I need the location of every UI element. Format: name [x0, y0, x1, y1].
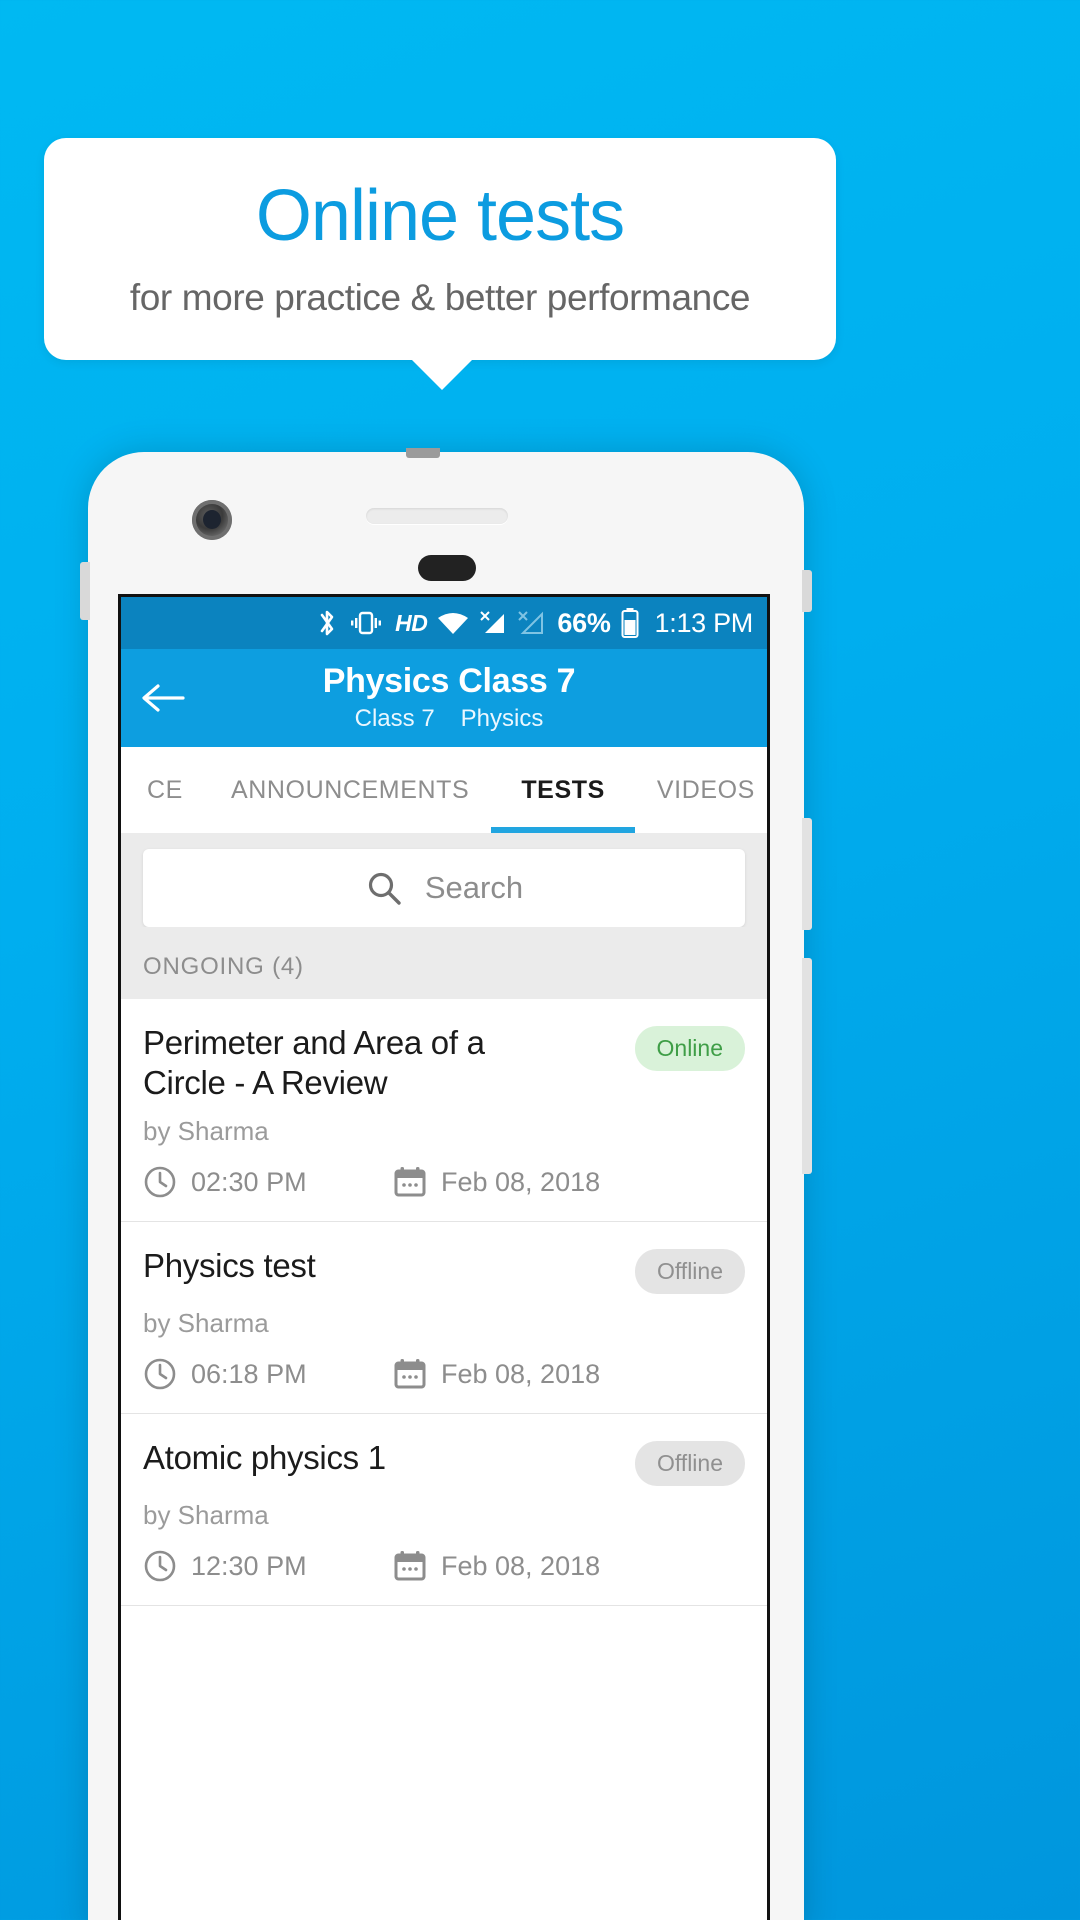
- tab-tests[interactable]: TESTS: [491, 747, 635, 833]
- test-meta: 02:30 PM Feb 08, 2018: [143, 1165, 745, 1199]
- status-badge: Offline: [634, 1441, 745, 1487]
- back-arrow-icon[interactable]: [121, 682, 205, 714]
- test-card[interactable]: Atomic physics 1 Offline by Sharma 12:30…: [121, 1414, 767, 1607]
- breadcrumb-subject: Physics: [460, 705, 544, 733]
- promo-title: Online tests: [255, 176, 625, 257]
- promo-bubble-tail: [410, 358, 474, 390]
- earpiece-speaker: [366, 508, 508, 524]
- app-bar: Physics Class 7 Class 7 Physics: [121, 649, 767, 747]
- proximity-sensor: [418, 555, 476, 581]
- test-time-label: 06:18 PM: [191, 1358, 307, 1389]
- calendar-icon: [393, 1357, 427, 1391]
- status-bar: HD 66% 1:13 PM: [121, 597, 767, 649]
- test-author: by Sharma: [143, 1308, 269, 1339]
- promo-subtitle: for more practice & better performance: [129, 276, 751, 318]
- vibrate-icon: [347, 608, 385, 638]
- status-badge: Online: [634, 1026, 745, 1071]
- test-title: Perimeter and Area of a Circle - A Revie…: [143, 1024, 485, 1101]
- breadcrumb-class: Class 7: [354, 705, 435, 733]
- section-header-ongoing: ONGOING (4): [121, 927, 767, 999]
- status-badge: Offline: [634, 1249, 745, 1295]
- signal-no-sim-icon: [479, 610, 507, 636]
- signal-no-sim-icon-2: [517, 610, 545, 636]
- status-bar-clock: 1:13 PM: [654, 607, 754, 638]
- test-card-top: Atomic physics 1 Offline: [143, 1438, 745, 1487]
- test-card[interactable]: Physics test Offline by Sharma 06:18 PM: [121, 1222, 767, 1415]
- phone-button-right-top: [802, 570, 812, 612]
- calendar-icon: [393, 1549, 427, 1583]
- search-input[interactable]: Search: [143, 849, 745, 927]
- tab-ce[interactable]: CE: [121, 747, 209, 833]
- page-title: Physics Class 7: [322, 661, 576, 700]
- app-bar-titles: Physics Class 7 Class 7 Physics: [205, 661, 693, 733]
- clock-icon: [143, 1357, 177, 1391]
- clock-icon: [143, 1549, 177, 1583]
- breadcrumb: Class 7 Physics: [355, 705, 544, 733]
- test-meta: 12:30 PM Feb 08, 2018: [143, 1549, 745, 1583]
- promo-bubble: Online tests for more practice & better …: [44, 138, 836, 360]
- front-camera-icon: [192, 500, 232, 540]
- phone-mockup: HD 66% 1:13 PM Physics Class 7 Class 7 P…: [80, 448, 812, 1920]
- wifi-icon: [437, 610, 469, 636]
- test-date: Feb 08, 2018: [393, 1165, 600, 1199]
- test-date: Feb 08, 2018: [393, 1357, 600, 1391]
- test-title: Physics test: [143, 1247, 316, 1285]
- search-icon: [365, 869, 403, 907]
- hd-indicator: HD: [395, 609, 428, 636]
- search-placeholder: Search: [424, 870, 524, 905]
- clock-icon: [143, 1165, 177, 1199]
- test-date-label: Feb 08, 2018: [441, 1166, 601, 1197]
- test-date-label: Feb 08, 2018: [441, 1550, 601, 1581]
- test-time-label: 12:30 PM: [191, 1550, 307, 1581]
- battery-percent-label: 66%: [557, 607, 611, 638]
- phone-button-left: [80, 562, 90, 620]
- test-time-label: 02:30 PM: [191, 1166, 307, 1197]
- phone-antenna-line: [406, 448, 440, 458]
- battery-icon: [621, 608, 639, 638]
- calendar-icon: [393, 1165, 427, 1199]
- test-time: 06:18 PM: [143, 1357, 393, 1391]
- bluetooth-icon: [317, 607, 337, 639]
- test-card[interactable]: Perimeter and Area of a Circle - A Revie…: [121, 999, 767, 1223]
- test-time: 12:30 PM: [143, 1549, 393, 1583]
- test-title: Atomic physics 1: [143, 1439, 386, 1477]
- search-container: Search: [121, 833, 767, 927]
- test-card-top: Physics test Offline: [143, 1246, 745, 1295]
- phone-screen: HD 66% 1:13 PM Physics Class 7 Class 7 P…: [118, 594, 770, 1920]
- phone-power-button: [802, 958, 812, 1174]
- test-date: Feb 08, 2018: [393, 1549, 600, 1583]
- test-time: 02:30 PM: [143, 1165, 393, 1199]
- tab-bar: CE ANNOUNCEMENTS TESTS VIDEOS: [121, 747, 767, 833]
- phone-volume-button: [802, 818, 812, 930]
- test-meta: 06:18 PM Feb 08, 2018: [143, 1357, 745, 1391]
- test-date-label: Feb 08, 2018: [441, 1358, 601, 1389]
- tab-videos[interactable]: VIDEOS: [635, 747, 767, 833]
- test-author: by Sharma: [143, 1116, 269, 1147]
- test-author: by Sharma: [143, 1500, 269, 1531]
- test-card-top: Perimeter and Area of a Circle - A Revie…: [143, 1023, 745, 1102]
- tab-announcements[interactable]: ANNOUNCEMENTS: [209, 747, 491, 833]
